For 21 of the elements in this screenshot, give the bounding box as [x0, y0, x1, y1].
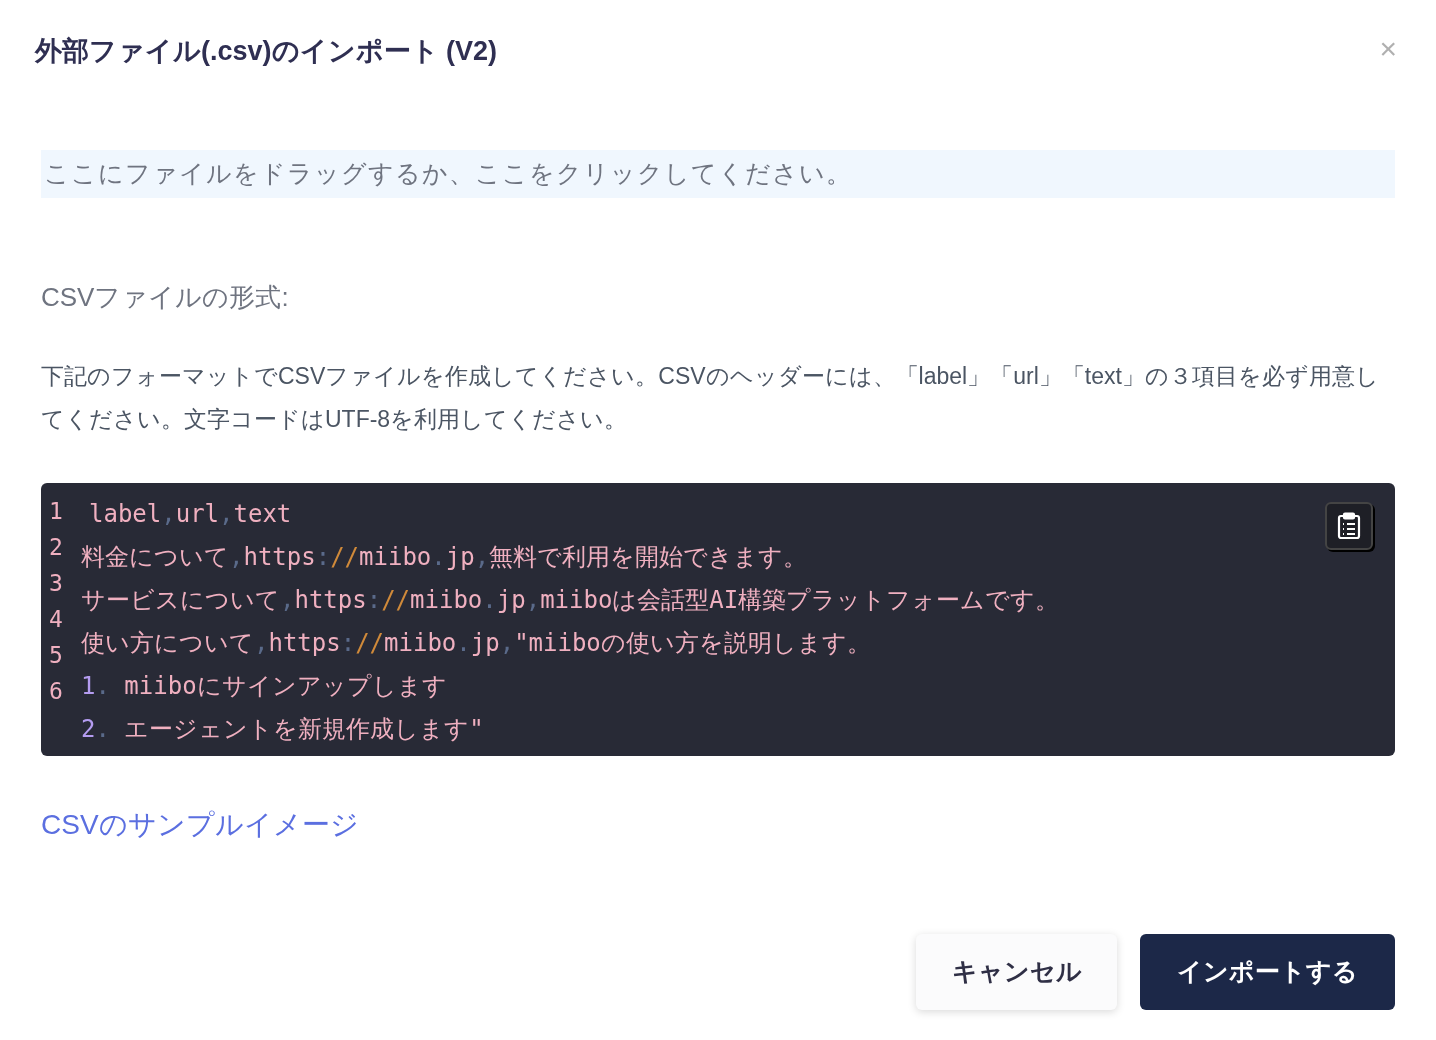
line-number: 6 [49, 677, 64, 706]
file-drop-zone[interactable]: ここにファイルをドラッグするか、ここをクリックしてください。 [41, 150, 1395, 198]
cancel-button[interactable]: キャンセル [916, 934, 1117, 1010]
line-number: 5 [49, 641, 64, 670]
format-heading: CSVファイルの形式: [41, 281, 290, 314]
code-line: 2. エージェントを新規作成します" [81, 714, 485, 745]
code-line: 料金について,https://miibo.jp,無料で利用を開始できます。 [81, 542, 809, 573]
code-line: 使い方について,https://miibo.jp,"miiboの使い方を説明します。 [81, 628, 872, 659]
code-line: サービスについて,https://miibo.jp,miiboは会話型AI構築プラットフォームです。 [81, 585, 1060, 616]
copy-button[interactable] [1325, 502, 1373, 550]
line-number: 4 [49, 605, 64, 634]
line-number: 3 [49, 569, 64, 598]
format-description: 下記のフォーマットでCSVファイルを作成してください。CSVのヘッダーには、「label」「url」「text」の３項目を必ず用意してください。文字コードはUTF-8を利用してください。 [41, 362, 1380, 434]
code-line: 1. miiboにサインアップします [81, 671, 448, 702]
import-button[interactable]: インポートする [1140, 934, 1395, 1010]
line-number: 1 [49, 497, 64, 526]
sample-image-link[interactable]: CSVのサンプルイメージ [41, 804, 359, 846]
clipboard-icon [1337, 512, 1361, 540]
dialog-title: 外部ファイル(.csv)のインポート (V2) [35, 34, 498, 68]
code-line: label,url,text [88, 499, 293, 530]
line-number: 2 [49, 533, 64, 562]
